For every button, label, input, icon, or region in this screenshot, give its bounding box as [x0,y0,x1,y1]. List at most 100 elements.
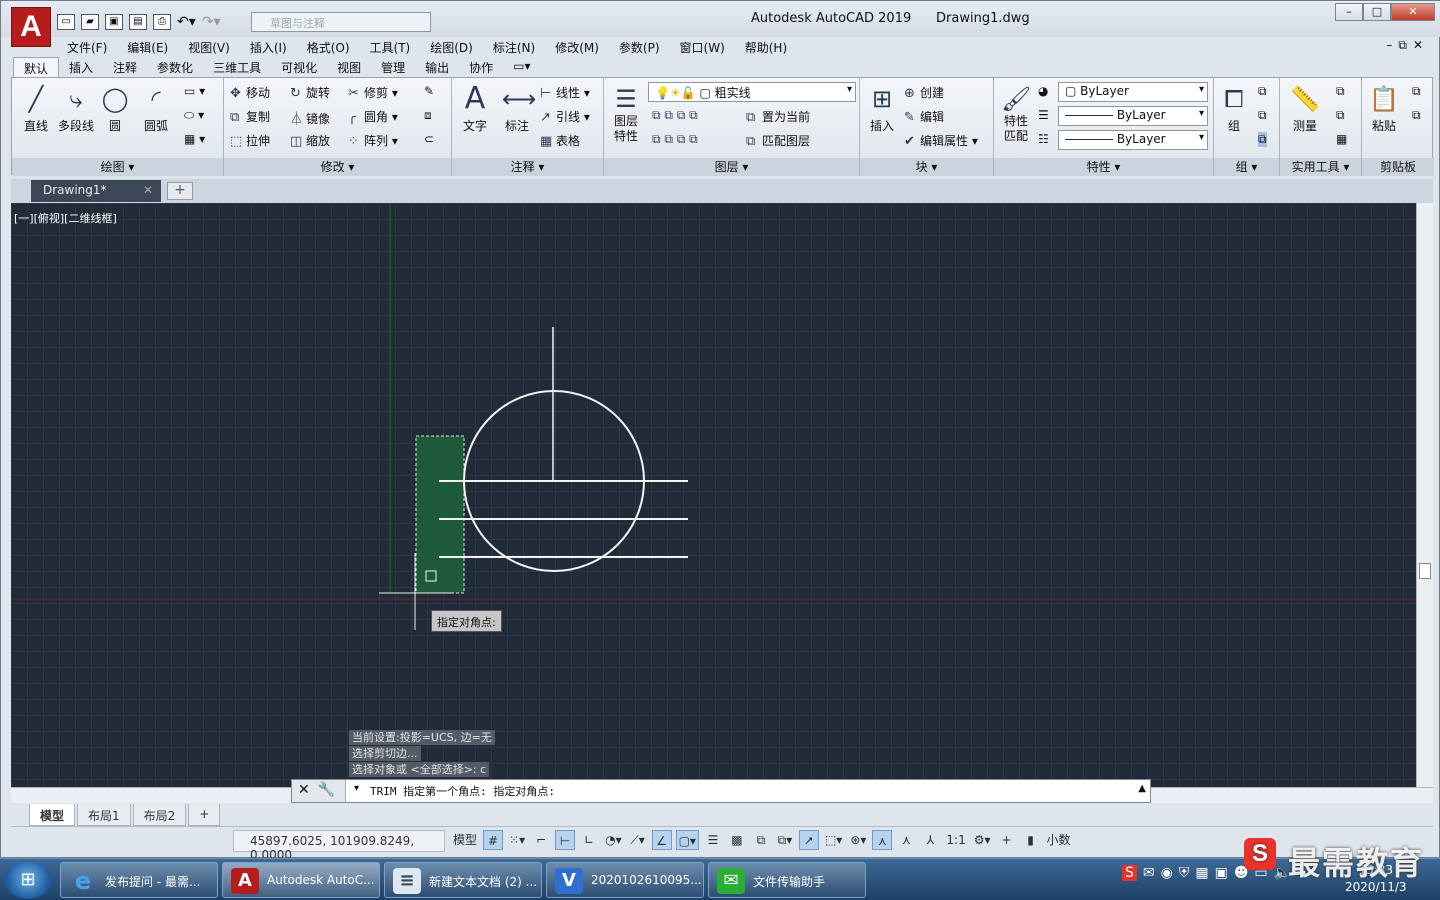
menu-edit[interactable]: 编辑(E) [117,37,178,57]
maximize-icon[interactable]: □ [1363,3,1391,21]
properties-panel-label[interactable]: 特性 ▾ [994,158,1213,176]
calculator-icon[interactable]: ▦ [1336,132,1347,146]
select-all-icon[interactable]: ⧉ [1336,108,1345,123]
cut-clip-icon[interactable]: ⧉ [1412,108,1421,123]
scale-button[interactable]: ◫ 缩放 [290,132,330,149]
ellipse-icon[interactable]: ⬭ ▾ [184,108,204,123]
group-edit-icon[interactable]: ⧉ [1258,108,1267,123]
document-controls[interactable]: –⧉✕ [1386,38,1429,53]
units-icon[interactable]: ▮ [1021,830,1041,850]
minimize-icon[interactable]: – [1335,3,1363,21]
leader-button[interactable]: ↗ 引线 ▾ [540,108,590,125]
text-button[interactable]: A 文字 [456,84,494,134]
taskbar-item-notepad[interactable]: ≡ 新建文本文档 (2) ... [384,862,542,898]
taskbar-item-wechat[interactable]: ✉ 文件传输助手 [708,862,866,898]
tab-annotate[interactable]: 注释 [103,57,147,77]
layer-tools-row-1[interactable]: ⧉ ⧉ ⧉ ⧉ [652,108,698,123]
ungroup-icon[interactable]: ⧉ [1258,84,1267,99]
menu-window[interactable]: 窗口(W) [670,37,735,57]
rotate-button[interactable]: ↻ 旋转 [290,84,330,101]
menu-modify[interactable]: 修改(M) [545,37,609,57]
taskbar-item-autocad[interactable]: A Autodesk AutoC... [222,862,380,898]
create-block-button[interactable]: ⊕ 创建 [904,84,944,101]
dynamic-ucs-icon[interactable]: ⭧ [798,830,819,850]
annotation-scale-value[interactable]: 1:1 [944,830,967,850]
annotation-panel-label[interactable]: 注释 ▾ [452,158,603,176]
linear-dim-button[interactable]: ⊢ 线性 ▾ [540,84,590,101]
menu-help[interactable]: 帮助(H) [735,37,797,57]
new-tab-button[interactable]: + [167,182,193,200]
add-layout-icon[interactable]: + [188,804,221,826]
erase-icon[interactable]: ✎ [424,84,434,98]
workspace-gear-icon[interactable]: ⚙▾ [972,830,993,850]
copy-clip-icon[interactable]: ⧉ [1412,84,1421,99]
security-icon[interactable]: ⛨ [1179,865,1190,881]
table-button[interactable]: ▦ 表格 [540,132,580,149]
copy-button[interactable]: ⧉ 复制 [230,108,270,125]
app-menu-button[interactable]: A [11,7,51,47]
menu-insert[interactable]: 插入(I) [240,37,297,57]
stretch-button[interactable]: ⬚ 拉伸 [230,132,270,149]
mirror-button[interactable]: ⏃ 镜像 [290,108,330,127]
tab-collaborate[interactable]: 协作 [459,57,503,77]
selection-filter-icon[interactable]: ⬚▾ [823,830,844,850]
tab-layout1[interactable]: 布局1 [77,804,131,826]
taskbar-item-ie[interactable]: e 发布提问 - 最需... [60,862,218,898]
layer-properties-button[interactable]: ☰ 图层 特性 [608,84,644,144]
measure-button[interactable]: 📏 测量 [1284,84,1326,134]
group-select-icon[interactable]: ⧉ [1258,132,1267,147]
3d-osnap-icon[interactable]: ⧉▾ [775,830,795,850]
save-as-icon[interactable]: ▤ [129,14,147,30]
line-button[interactable]: ╱ 直线 [18,84,54,134]
tab-default[interactable]: 默认 [13,57,60,77]
circle-button[interactable]: ◯ 圆 [98,84,132,134]
offset-icon[interactable]: ⊂ [424,132,434,146]
linetype-dropdown[interactable]: ―――― ByLayer [1058,106,1208,126]
close-command-icon[interactable]: ✕ [298,782,318,798]
object-snap-icon[interactable]: ▢▾ [675,830,699,850]
lineweight-icon[interactable]: ☷ [1038,132,1049,146]
isometric-icon[interactable]: ⟋▾ [628,830,648,850]
group-button[interactable]: ⧠ 组 [1216,84,1252,134]
menu-dimension[interactable]: 标注(N) [483,37,545,57]
object-snap-tracking-icon[interactable]: ∠ [651,830,672,850]
insert-block-button[interactable]: ⊞ 插入 [864,84,900,134]
close-tab-icon[interactable]: ✕ [143,183,153,197]
move-button[interactable]: ✥ 移动 [230,84,270,101]
command-text[interactable]: TRIM 指定第一个角点: 指定对角点: [370,783,555,799]
rectangle-icon[interactable]: ▭ ▾ [184,84,205,98]
nvidia-icon[interactable]: ▣ [1215,865,1228,881]
drawing-tab[interactable]: Drawing1* ✕ [31,180,161,202]
menu-format[interactable]: 格式(O) [297,37,360,57]
save-icon[interactable]: ▣ [105,14,123,30]
hatch-icon[interactable]: ▦ ▾ [184,132,205,146]
dynamic-input-icon[interactable]: ⊢ [555,830,576,850]
linetype-icon[interactable]: ☰ [1038,108,1049,122]
dimension-button[interactable]: ⟷ 标注 [498,84,536,134]
selection-cycling-icon[interactable]: ⧉ [751,830,771,850]
menu-view[interactable]: 视图(V) [178,37,240,57]
start-button[interactable]: ⊞ [4,861,52,899]
tab-insert[interactable]: 插入 [59,57,103,77]
wechat-tray-icon[interactable]: ✉ [1143,865,1155,881]
tab-model[interactable]: 模型 [29,804,76,826]
edit-attribute-button[interactable]: ✔ 编辑属性 ▾ [904,132,978,149]
set-current-button[interactable]: ⧉ 置为当前 [746,108,810,125]
command-history-up-icon[interactable]: ▲ [1138,783,1146,794]
match-layer-button[interactable]: ⧉ 匹配图层 [746,132,810,149]
units-value[interactable]: 小数 [1045,830,1073,850]
group-panel-label[interactable]: 组 ▾ [1214,158,1279,176]
tab-parametric[interactable]: 参数化 [147,57,203,77]
color-wheel-icon[interactable]: ◕ [1038,84,1048,98]
snap-icon[interactable]: ⁙▾ [507,830,527,850]
paste-button[interactable]: 📋 粘贴 [1366,84,1402,134]
tab-view[interactable]: 视图 [327,57,371,77]
close-icon[interactable]: ✕ [1391,3,1435,21]
tab-output[interactable]: 输出 [415,57,459,77]
layers-panel-label[interactable]: 图层 ▾ [604,158,859,176]
network-icon[interactable]: ▦ [1195,865,1208,881]
taskbar-item-video[interactable]: V 2020102610095... [546,862,704,898]
quick-select-icon[interactable]: ⧉ [1336,84,1345,99]
tab-manage[interactable]: 管理 [371,57,415,77]
print-icon[interactable]: ⎙ [153,14,171,30]
